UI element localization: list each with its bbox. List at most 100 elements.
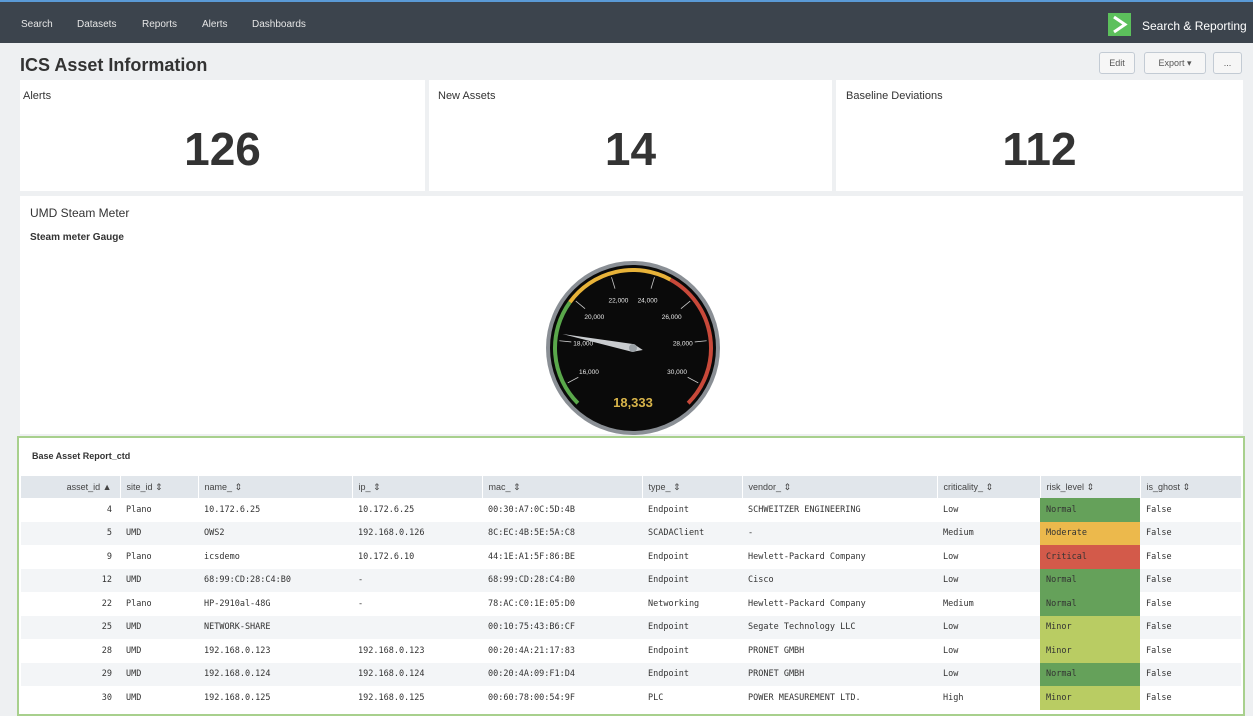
panel-title: New Assets (438, 90, 496, 102)
edit-button[interactable]: Edit (1099, 52, 1135, 74)
baseline-deviations-panel: Baseline Deviations 112 (836, 80, 1243, 191)
table-cell: 192.168.0.123 (358, 645, 425, 656)
risk-level-cell: Normal (1040, 568, 1140, 592)
table-cell: 28 (101, 645, 112, 656)
table-row[interactable]: 22 Plano HP-2910al-48G - 78:AC:C0:1E:05:D0 Ne… (21, 592, 1241, 616)
page-title: ICS Asset Information (20, 55, 208, 75)
table-cell: Low (943, 645, 959, 656)
nav-alerts[interactable]: Alerts (202, 19, 228, 30)
table-cell: Low (943, 551, 959, 562)
table-cell: SCADAClient (642, 521, 742, 545)
table-cell: Low (943, 504, 959, 515)
panel-title: Alerts (23, 90, 52, 102)
export-button[interactable]: Export ▾ (1144, 52, 1206, 74)
risk-level-cell: Minor (1040, 615, 1140, 639)
table-cell: Endpoint (642, 615, 742, 639)
table-row[interactable]: 5 UMD OWS2 192.168.0.126 8C:EC:4B:5E:5A:C8 SC… (21, 521, 1241, 545)
risk-level-cell: Normal (1040, 662, 1140, 686)
table-cell: 68:99:CD:28:C4:B0 (482, 568, 642, 592)
table-cell: UMD (120, 615, 198, 639)
table-cell (352, 615, 482, 639)
table-cell: 192.168.0.126 (352, 521, 482, 545)
table-cell: PRONET GMBH (748, 645, 805, 656)
table-cell: 4 (106, 504, 112, 515)
column-header-asset-id[interactable]: asset_id ▲ (21, 476, 121, 498)
table-cell: - (742, 521, 937, 545)
column-header-mac[interactable]: mac_ ⇕ (482, 476, 643, 498)
panel-subtitle: Steam meter Gauge (30, 232, 124, 243)
steam-meter-panel: UMD Steam Meter Steam meter Gauge 16,000… (20, 196, 1243, 435)
table-cell: UMD (120, 662, 198, 686)
column-header-criticality[interactable]: criticality_ ⇕ (937, 476, 1041, 498)
table-cell: 10.172.6.25 (204, 504, 261, 515)
table-title: Base Asset Report_ctd (32, 451, 131, 461)
table-cell: 00:20:4A:09:F1:D4 (482, 662, 642, 686)
gauge-tick-label: 18,000 (573, 341, 593, 348)
gauge-tick-label: 20,000 (584, 314, 604, 321)
table-cell: Cisco (742, 568, 937, 592)
table-cell: False (1146, 551, 1172, 562)
table-row[interactable]: 9 Plano icsdemo 10.172.6.10 44:1E:A1:5F:86:B… (21, 545, 1241, 569)
table-cell: Hewlett-Packard Company (748, 598, 866, 609)
nav-reports[interactable]: Reports (142, 19, 177, 30)
top-navigation-bar: Search Datasets Reports Alerts Dashboard… (0, 0, 1253, 43)
gauge-tick-label: 28,000 (673, 341, 693, 348)
table-cell: NETWORK-SHARE (198, 615, 352, 639)
gauge-needle-hub (629, 344, 637, 352)
column-header-name[interactable]: name_ ⇕ (198, 476, 353, 498)
app-logo-icon[interactable] (1108, 13, 1131, 36)
table-row[interactable]: 4 Plano 10.172.6.25 10.172.6.25 00:30:A7:0C:… (21, 498, 1241, 522)
nav-datasets[interactable]: Datasets (77, 19, 116, 30)
table-cell: Medium (943, 598, 974, 609)
table-cell: False (1140, 568, 1241, 592)
new-assets-count: 14 (604, 123, 657, 175)
nav-dashboards[interactable]: Dashboards (252, 19, 306, 30)
table-cell: Endpoint (648, 645, 689, 656)
column-header-ip[interactable]: ip_ ⇕ (352, 476, 483, 498)
table-cell: Endpoint (642, 568, 742, 592)
table-cell: - (358, 598, 364, 609)
table-cell: 8C:EC:4B:5E:5A:C8 (482, 521, 642, 545)
gauge-tick-label: 22,000 (609, 298, 629, 305)
more-actions-button[interactable]: ... (1213, 52, 1242, 74)
table-cell: UMD (120, 521, 198, 545)
table-cell: False (1140, 662, 1241, 686)
table-cell: False (1146, 598, 1172, 609)
table-cell: 5 (21, 521, 120, 545)
table-cell: False (1140, 615, 1241, 639)
table-cell: 44:1E:A1:5F:86:BE (488, 551, 575, 562)
table-cell: Endpoint (648, 551, 689, 562)
gauge-tick-label: 30,000 (667, 369, 687, 376)
table-cell: 00:10:75:43:B6:CF (482, 615, 642, 639)
table-cell: 25 (21, 615, 120, 639)
table-cell: OWS2 (198, 521, 352, 545)
column-header-risk-level[interactable]: risk_level ⇕ (1040, 476, 1141, 498)
table-cell: 68:99:CD:28:C4:B0 (198, 568, 352, 592)
table-cell: 00:20:4A:21:17:83 (488, 645, 575, 656)
table-row[interactable]: 28 UMD 192.168.0.123 192.168.0.123 00:20:4A:… (21, 639, 1241, 663)
panel-title: Baseline Deviations (846, 90, 943, 102)
table-row[interactable]: 12 UMD 68:99:CD:28:C4:B0-68:99:CD:28:C4:B0… (21, 568, 1241, 592)
column-header-site-id[interactable]: site_id ⇕ (120, 476, 199, 498)
table-cell: PRONET GMBH (742, 662, 937, 686)
table-cell: 9 (106, 551, 112, 562)
table-row[interactable]: 25 UMD NETWORK-SHARE 00:10:75:43:B6:CF Endpo… (21, 615, 1241, 639)
table-cell: Segate Technology LLC (742, 615, 937, 639)
nav-search[interactable]: Search (21, 19, 53, 30)
table-cell: Plano (126, 551, 152, 562)
column-header-type[interactable]: type_ ⇕ (642, 476, 743, 498)
table-row[interactable]: 29 UMD 192.168.0.124 192.168.0.124 00:20:4A:… (21, 662, 1241, 686)
table-cell: Hewlett-Packard Company (748, 551, 866, 562)
gauge-value-label: 18,333 (613, 395, 653, 410)
column-header-vendor[interactable]: vendor_ ⇕ (742, 476, 938, 498)
table-cell: - (352, 568, 482, 592)
table-cell: Plano (126, 504, 152, 515)
gauge-tick-label: 24,000 (638, 298, 658, 305)
table-cell: Endpoint (648, 504, 689, 515)
risk-level-cell: Minor (1040, 639, 1140, 663)
table-cell: SCHWEITZER ENGINEERING (748, 504, 861, 515)
app-title[interactable]: Search & Reporting (1142, 19, 1247, 33)
table-cell: Low (937, 662, 1040, 686)
column-header-is-ghost[interactable]: is_ghost ⇕ (1140, 476, 1242, 498)
table-cell: Networking (648, 598, 700, 609)
